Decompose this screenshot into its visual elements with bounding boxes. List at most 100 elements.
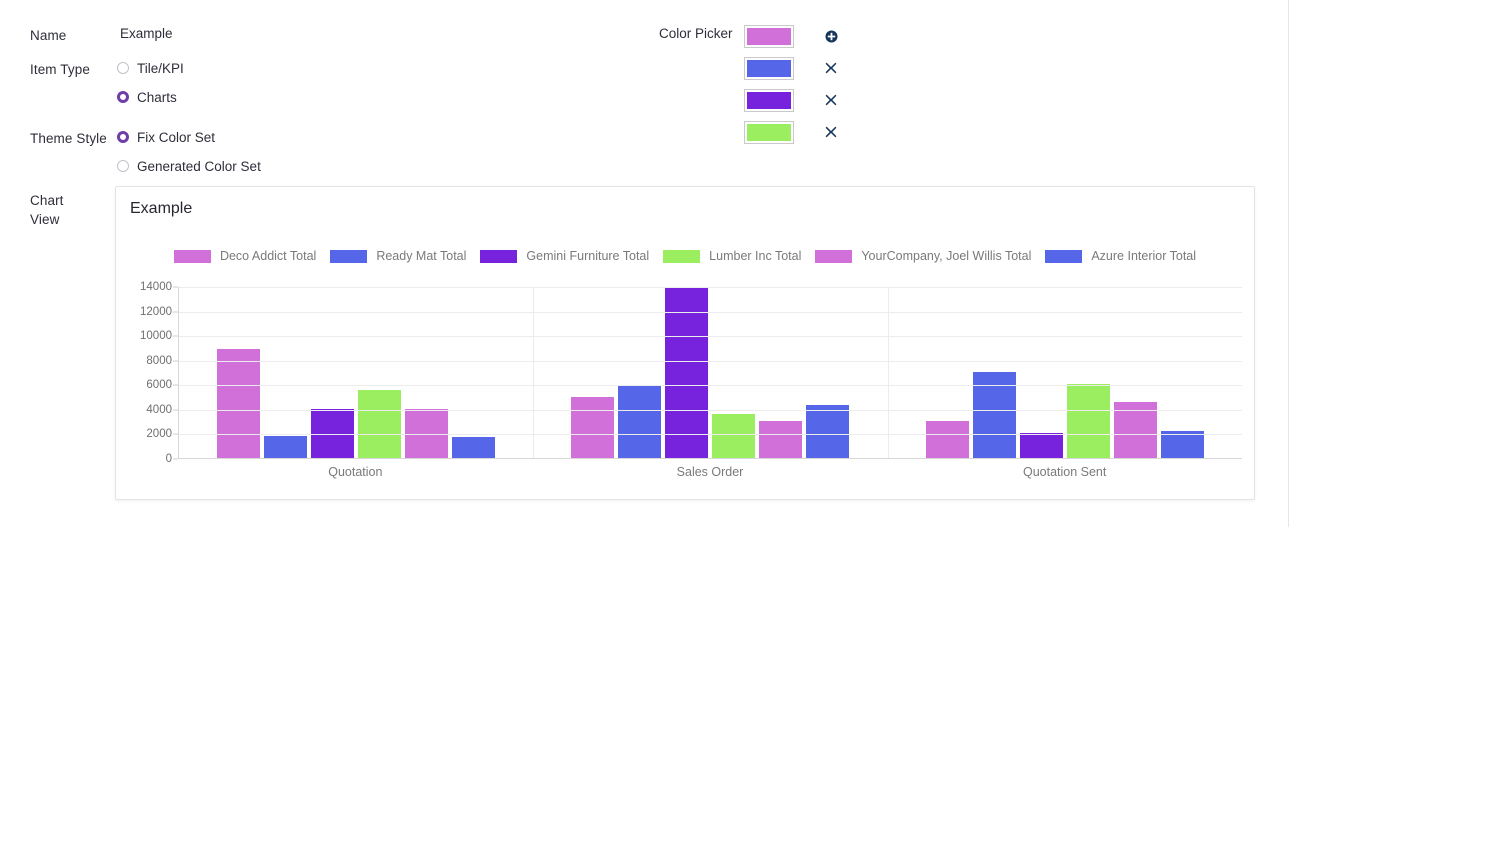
gridline (179, 409, 1242, 411)
gridline (179, 434, 1242, 436)
legend-item[interactable]: Lumber Inc Total (663, 249, 801, 263)
radio-circle-icon[interactable] (117, 62, 129, 74)
chart-bar[interactable] (618, 384, 662, 458)
radio-circle-icon[interactable] (117, 160, 129, 172)
bar-group (179, 287, 533, 458)
radio-label: Fix Color Set (137, 129, 216, 145)
vertical-divider (1288, 0, 1289, 527)
y-axis-tick-label: 8000 (146, 354, 172, 367)
chart-title: Example (130, 200, 193, 217)
chart-bar[interactable] (264, 435, 308, 458)
color-picker-row (744, 116, 842, 148)
bar-group (888, 287, 1242, 458)
legend-label: Azure Interior Total (1091, 249, 1197, 263)
legend-label: Ready Mat Total (376, 249, 467, 263)
color-swatch-fill (747, 91, 791, 109)
chart-bar[interactable] (452, 436, 496, 458)
name-label: Name (30, 28, 67, 43)
chart-bar[interactable] (759, 421, 803, 458)
chart-bar[interactable] (665, 287, 709, 458)
color-swatch-input[interactable] (744, 24, 794, 48)
gridline (179, 360, 1242, 362)
color-swatch-input[interactable] (744, 56, 794, 80)
theme-style-label: Theme Style (30, 131, 107, 146)
legend-item[interactable]: Deco Addict Total (173, 249, 317, 263)
chart-view-card: Example Deco Addict Total Ready Mat Total… (115, 186, 1255, 500)
chart-bar[interactable] (806, 404, 850, 458)
legend-swatch-icon (1045, 249, 1083, 263)
gridline (179, 385, 1242, 387)
legend-swatch-icon (173, 249, 211, 263)
radio-theme-fix-color-set[interactable]: Fix Color Set (117, 128, 215, 146)
x-axis-label: Sales Order (676, 465, 744, 479)
y-axis-tick-label: 4000 (146, 403, 172, 416)
gridline (179, 336, 1242, 338)
x-axis-label: Quotation Sent (1022, 465, 1107, 479)
legend-label: Deco Addict Total (219, 249, 317, 263)
color-picker-row (744, 52, 842, 84)
chart-view-label: Chart View (30, 193, 64, 227)
close-icon[interactable] (820, 57, 842, 79)
chart-legend: Deco Addict Total Ready Mat Total Gemini F… (116, 249, 1254, 263)
radio-label: Charts (137, 89, 177, 105)
color-picker-row (744, 20, 842, 52)
legend-swatch-icon (330, 249, 368, 263)
color-picker-row (744, 84, 842, 116)
legend-swatch-icon (480, 249, 518, 263)
radio-item-type-charts[interactable]: Charts (117, 88, 177, 106)
close-icon[interactable] (820, 89, 842, 111)
bar-groups (179, 287, 1242, 458)
y-axis-tick-label: 10000 (140, 330, 172, 343)
close-icon[interactable] (820, 121, 842, 143)
name-value[interactable]: Example (120, 26, 173, 41)
y-axis-tick-label: 0 (165, 453, 172, 465)
chart-plot-area: 0 2000 4000 6000 8000 10000 12000 14000 Quotati… (130, 281, 1242, 482)
legend-swatch-icon (815, 249, 853, 263)
chart-bar[interactable] (358, 390, 402, 458)
x-axis-label: Quotation (328, 465, 383, 479)
radio-item-type-tile-kpi[interactable]: Tile/KPI (117, 59, 184, 77)
legend-item[interactable]: Gemini Furniture Total (480, 249, 649, 263)
color-picker-rows (744, 20, 842, 148)
legend-label: Gemini Furniture Total (526, 249, 650, 263)
legend-item[interactable]: Azure Interior Total (1045, 249, 1196, 263)
plus-circle-icon[interactable] (820, 25, 842, 47)
chart-bar[interactable] (217, 348, 261, 458)
radio-label: Generated Color Set (137, 158, 261, 174)
legend-item[interactable]: YourCompany, Joel Willis Total (815, 249, 1031, 263)
y-axis-tick-label: 6000 (146, 379, 172, 392)
color-picker-label: Color Picker (659, 26, 733, 41)
legend-label: YourCompany, Joel Willis Total (861, 249, 1032, 263)
chart-bar[interactable] (1066, 384, 1110, 458)
gridline (179, 311, 1242, 313)
color-swatch-fill (747, 123, 791, 141)
radio-circle-icon[interactable] (117, 91, 129, 103)
color-swatch-input[interactable] (744, 120, 794, 144)
x-axis-labels: Quotation Sales Order Quotation Sent (178, 465, 1242, 479)
legend-item[interactable]: Ready Mat Total (330, 249, 466, 263)
chart-bar[interactable] (712, 413, 756, 458)
color-swatch-fill (747, 59, 791, 77)
gridline (179, 287, 1242, 288)
y-axis-tick-label: 14000 (140, 281, 172, 293)
plot-grid (178, 287, 1242, 459)
group-separator (887, 287, 889, 458)
color-swatch-input[interactable] (744, 88, 794, 112)
chart-bar[interactable] (1019, 433, 1063, 458)
chart-bar[interactable] (571, 396, 615, 458)
y-axis: 0 2000 4000 6000 8000 10000 12000 14000 (130, 281, 178, 465)
group-separator (533, 287, 535, 458)
legend-label: Lumber Inc Total (709, 249, 802, 263)
legend-swatch-icon (663, 249, 701, 263)
color-swatch-fill (747, 27, 791, 45)
y-axis-tick-label: 2000 (146, 428, 172, 441)
chart-bar[interactable] (925, 421, 969, 458)
bar-group (533, 287, 887, 458)
y-axis-tick-label: 12000 (140, 305, 172, 318)
page-root: Name Example Item Type Tile/KPI Charts T… (0, 0, 1500, 843)
chart-bar[interactable] (311, 408, 355, 458)
radio-theme-generated-color-set[interactable]: Generated Color Set (117, 157, 261, 175)
item-type-label: Item Type (30, 62, 90, 77)
radio-circle-icon[interactable] (117, 131, 129, 143)
chart-bar[interactable] (405, 408, 449, 458)
